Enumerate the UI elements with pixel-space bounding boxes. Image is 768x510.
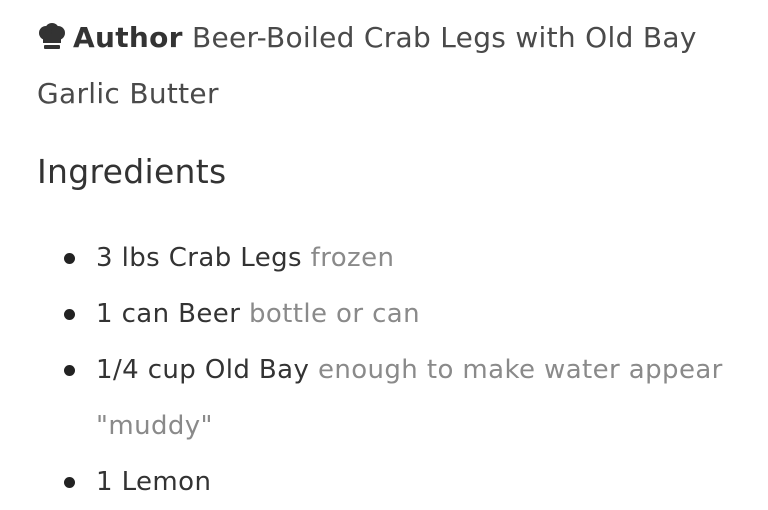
ingredient-name: 1/4 cup Old Bay	[96, 355, 310, 385]
bullet-icon	[64, 309, 75, 320]
ingredient-item: 1 can Beer bottle or can	[64, 286, 736, 342]
bullet-icon	[64, 477, 75, 488]
bullet-icon	[64, 253, 75, 264]
ingredient-note: bottle or can	[248, 299, 421, 329]
ingredient-name: 1 Lemon	[96, 467, 212, 497]
bullet-icon	[64, 365, 75, 376]
ingredient-item: 3 lbs Crab Legs frozen	[64, 230, 736, 286]
chef-hat-icon	[39, 23, 65, 49]
recipe-author: Author Beer-Boiled Crab Legs with Old Ba…	[37, 10, 737, 122]
ingredient-name: 1 can Beer	[96, 299, 241, 329]
ingredient-item: 1 Lemon	[64, 454, 736, 510]
ingredient-item: 1/4 cup Old Bay enough to make water app…	[64, 342, 736, 454]
ingredients-heading: Ingredients	[37, 152, 227, 191]
author-label: Author	[73, 21, 183, 54]
ingredient-note: frozen	[310, 243, 395, 273]
ingredient-list: 3 lbs Crab Legs frozen 1 can Beer bottle…	[64, 230, 736, 510]
ingredient-name: 3 lbs Crab Legs	[96, 243, 302, 273]
